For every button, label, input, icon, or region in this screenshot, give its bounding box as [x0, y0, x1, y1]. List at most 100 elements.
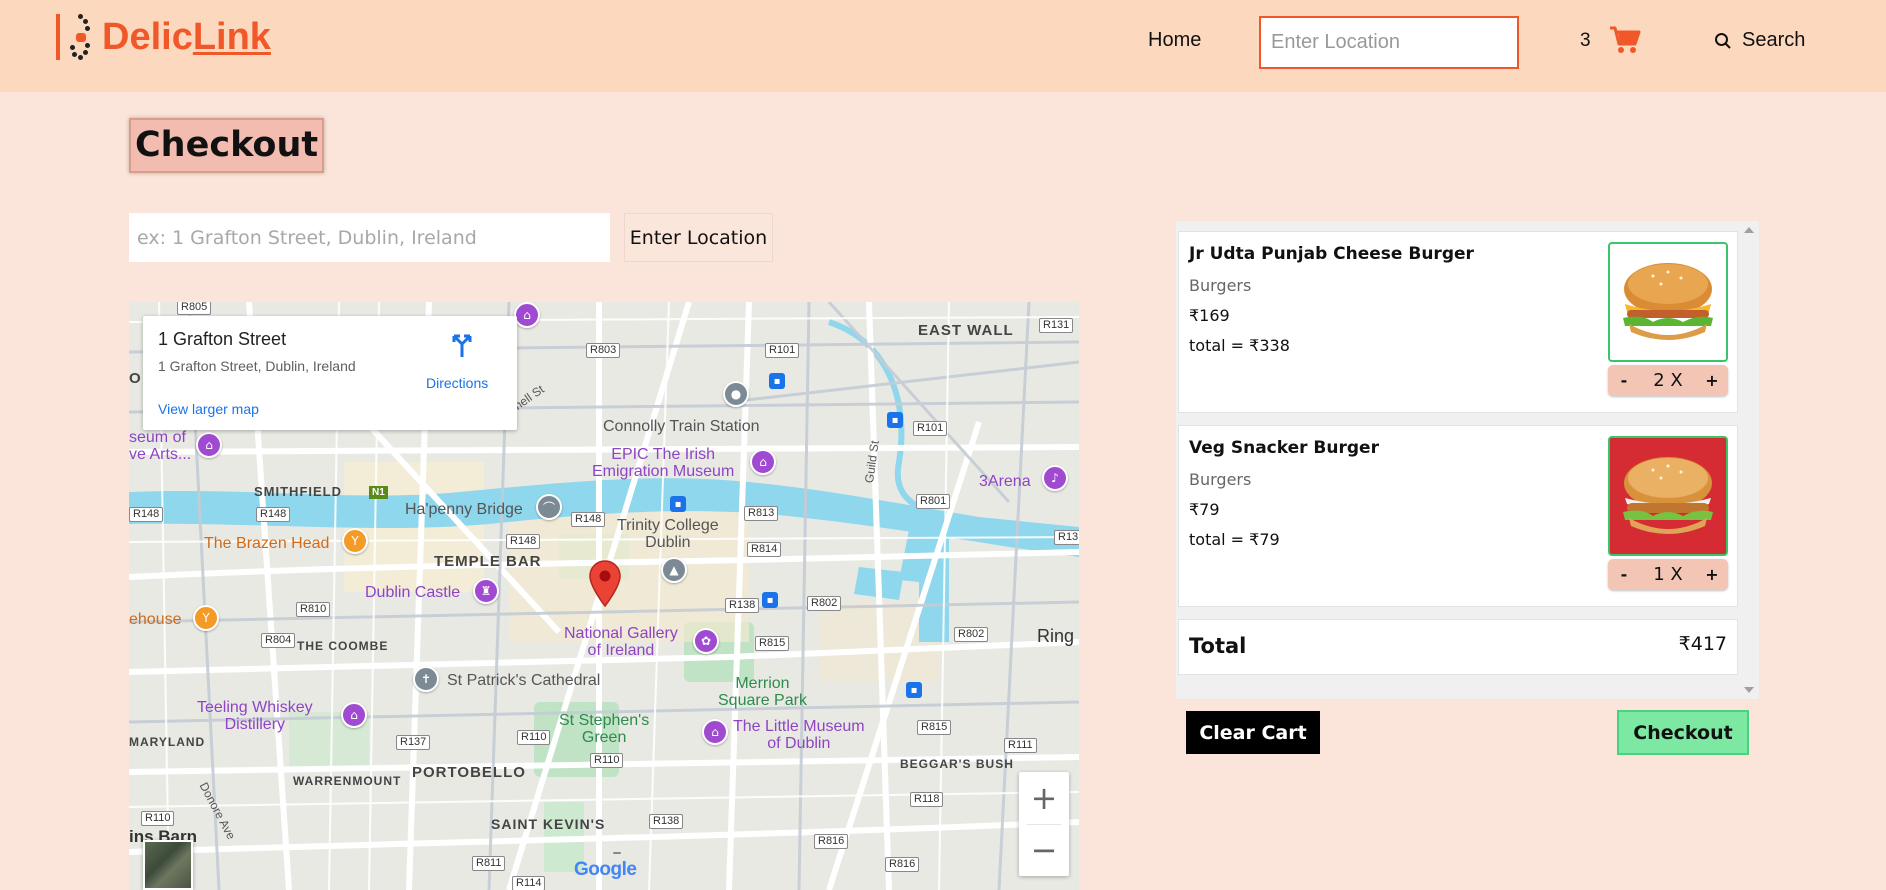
- church-icon[interactable]: ✝: [413, 666, 439, 692]
- museum-icon[interactable]: ⌂: [750, 449, 776, 475]
- nav-search[interactable]: Search: [1714, 29, 1805, 52]
- poi-ehouse[interactable]: ehouse: [129, 611, 182, 629]
- poi-stephens-green[interactable]: St Stephen's Green: [559, 712, 649, 746]
- road-shield: R805: [177, 302, 212, 315]
- item-category: Burgers: [1189, 276, 1252, 295]
- road-shield: R114: [512, 876, 546, 890]
- museum-icon[interactable]: ⌂: [196, 432, 222, 458]
- cart-panel[interactable]: Jr Udta Punjab Cheese Burger Burgers ₹16…: [1176, 221, 1759, 699]
- map-area-label: SAINT KEVIN'S: [491, 816, 606, 832]
- brand-logo[interactable]: DelicLink: [56, 12, 271, 62]
- road-shield: R101: [913, 421, 948, 436]
- cart-count: 3: [1580, 30, 1591, 51]
- road-shield: R816: [814, 834, 849, 849]
- poi-little-museum[interactable]: The Little Museum of Dublin: [733, 718, 865, 752]
- road-shield: R815: [755, 636, 790, 651]
- bridge-icon[interactable]: ⌒: [536, 494, 562, 520]
- castle-icon[interactable]: ♜: [473, 578, 499, 604]
- increase-qty-button[interactable]: +: [1702, 371, 1722, 390]
- road-shield: R110: [590, 753, 624, 768]
- nav-location-input[interactable]: [1259, 16, 1519, 69]
- navbar: DelicLink Home 3 Search: [0, 0, 1886, 92]
- clear-cart-button[interactable]: Clear Cart: [1186, 711, 1320, 754]
- google-logo: Google: [574, 859, 637, 880]
- road-shield: R811: [472, 856, 506, 871]
- museum-icon[interactable]: ⌂: [702, 719, 728, 745]
- increase-qty-button[interactable]: +: [1702, 565, 1722, 584]
- quantity-value: 1 X: [1653, 564, 1683, 585]
- poi-teeling[interactable]: Teeling Whiskey Distillery: [197, 699, 313, 733]
- road-shield: R148: [256, 507, 291, 522]
- decrease-qty-button[interactable]: -: [1614, 565, 1634, 584]
- poi-hapenny[interactable]: Ha'penny Bridge: [405, 501, 523, 518]
- map-label-ring: Ring: [1037, 626, 1075, 646]
- poi-connolly[interactable]: Connolly Train Station: [603, 418, 760, 435]
- cart-scrollbar[interactable]: [1739, 221, 1759, 699]
- enter-location-button[interactable]: Enter Location: [624, 213, 773, 262]
- poi-label: Distillery: [224, 716, 286, 733]
- map-embed[interactable]: EAST WALL SMITHFIELD TEMPLE BAR THE COOM…: [129, 302, 1079, 890]
- quantity-value: 2 X: [1653, 370, 1683, 391]
- poi-national-gallery[interactable]: National Gallery of Ireland: [564, 625, 678, 659]
- address-input[interactable]: [129, 213, 610, 262]
- poi-label: EPIC The Irish: [611, 446, 716, 463]
- directions-icon[interactable]: [448, 330, 476, 358]
- poi-dublin-castle[interactable]: Dublin Castle: [365, 584, 460, 601]
- road-shield: R804: [261, 633, 296, 648]
- item-total: total = ₹338: [1189, 336, 1290, 355]
- road-shield: R813: [744, 506, 779, 521]
- poi-3arena[interactable]: 3Arena: [979, 473, 1031, 490]
- road-shield: R13: [1054, 530, 1079, 545]
- zoom-out-button[interactable]: −: [1019, 824, 1069, 876]
- road-shield: R810: [296, 602, 331, 617]
- museum-icon[interactable]: ⌂: [341, 702, 367, 728]
- university-icon[interactable]: ▲: [661, 557, 687, 583]
- item-name: Veg Snacker Burger: [1189, 438, 1379, 458]
- transit-icon[interactable]: ▪: [887, 412, 903, 428]
- decrease-qty-button[interactable]: -: [1614, 371, 1634, 390]
- scroll-down-icon[interactable]: [1744, 687, 1754, 693]
- bar-icon[interactable]: Y: [342, 528, 368, 554]
- road-shield: R110: [517, 730, 551, 745]
- poi-brazen-head[interactable]: The Brazen Head: [204, 535, 329, 553]
- train-station-icon[interactable]: ●: [723, 381, 749, 407]
- gallery-icon[interactable]: ✿: [693, 628, 719, 654]
- poi-label: Merrion: [735, 675, 790, 692]
- road-shield: R816: [885, 857, 920, 872]
- poi-st-patricks[interactable]: St Patrick's Cathedral: [447, 672, 600, 689]
- road-shield: R110: [141, 811, 175, 826]
- directions-link[interactable]: Directions: [426, 375, 488, 391]
- zoom-in-button[interactable]: +: [1019, 772, 1069, 824]
- poi-museum-arts[interactable]: seum of ve Arts...: [129, 429, 191, 463]
- road-shield: R815: [917, 720, 952, 735]
- map-type-toggle[interactable]: [143, 840, 193, 890]
- road-shield-n1: N1: [369, 486, 388, 499]
- poi-epic[interactable]: EPIC The Irish Emigration Museum: [592, 446, 734, 480]
- poi-merrion-square[interactable]: Merrion Square Park: [718, 675, 807, 709]
- view-larger-map-link[interactable]: View larger map: [158, 401, 259, 417]
- cart-icon[interactable]: [1609, 25, 1641, 55]
- museum-icon[interactable]: ⌂: [514, 302, 540, 328]
- item-price: ₹79: [1189, 500, 1220, 519]
- page-title: Checkout: [129, 118, 325, 173]
- nav-home-link[interactable]: Home: [1148, 29, 1201, 52]
- zoom-control: + −: [1019, 772, 1069, 876]
- poi-label: The Little Museum: [733, 718, 865, 735]
- scroll-up-icon[interactable]: [1744, 227, 1754, 233]
- location-pin-icon[interactable]: [587, 559, 623, 607]
- transit-icon[interactable]: ▪: [670, 496, 686, 512]
- place-name: 1 Grafton Street: [158, 329, 287, 349]
- transit-icon[interactable]: ▪: [769, 373, 785, 389]
- transit-icon[interactable]: ▪: [906, 682, 922, 698]
- poi-label: Teeling Whiskey: [197, 699, 313, 716]
- road-shield: R137: [396, 735, 431, 750]
- transit-icon[interactable]: ▪: [762, 592, 778, 608]
- place-info-card: 1 Grafton Street 1 Grafton Street, Dubli…: [143, 316, 517, 430]
- bar-icon[interactable]: Y: [193, 605, 219, 631]
- checkout-button[interactable]: Checkout: [1617, 710, 1749, 755]
- poi-trinity[interactable]: Trinity College Dublin: [617, 517, 719, 551]
- arena-icon[interactable]: ♪: [1042, 465, 1068, 491]
- zoom-divider: [1027, 824, 1061, 825]
- poi-label: St Stephen's: [559, 712, 650, 729]
- road-shield: R801: [916, 494, 951, 509]
